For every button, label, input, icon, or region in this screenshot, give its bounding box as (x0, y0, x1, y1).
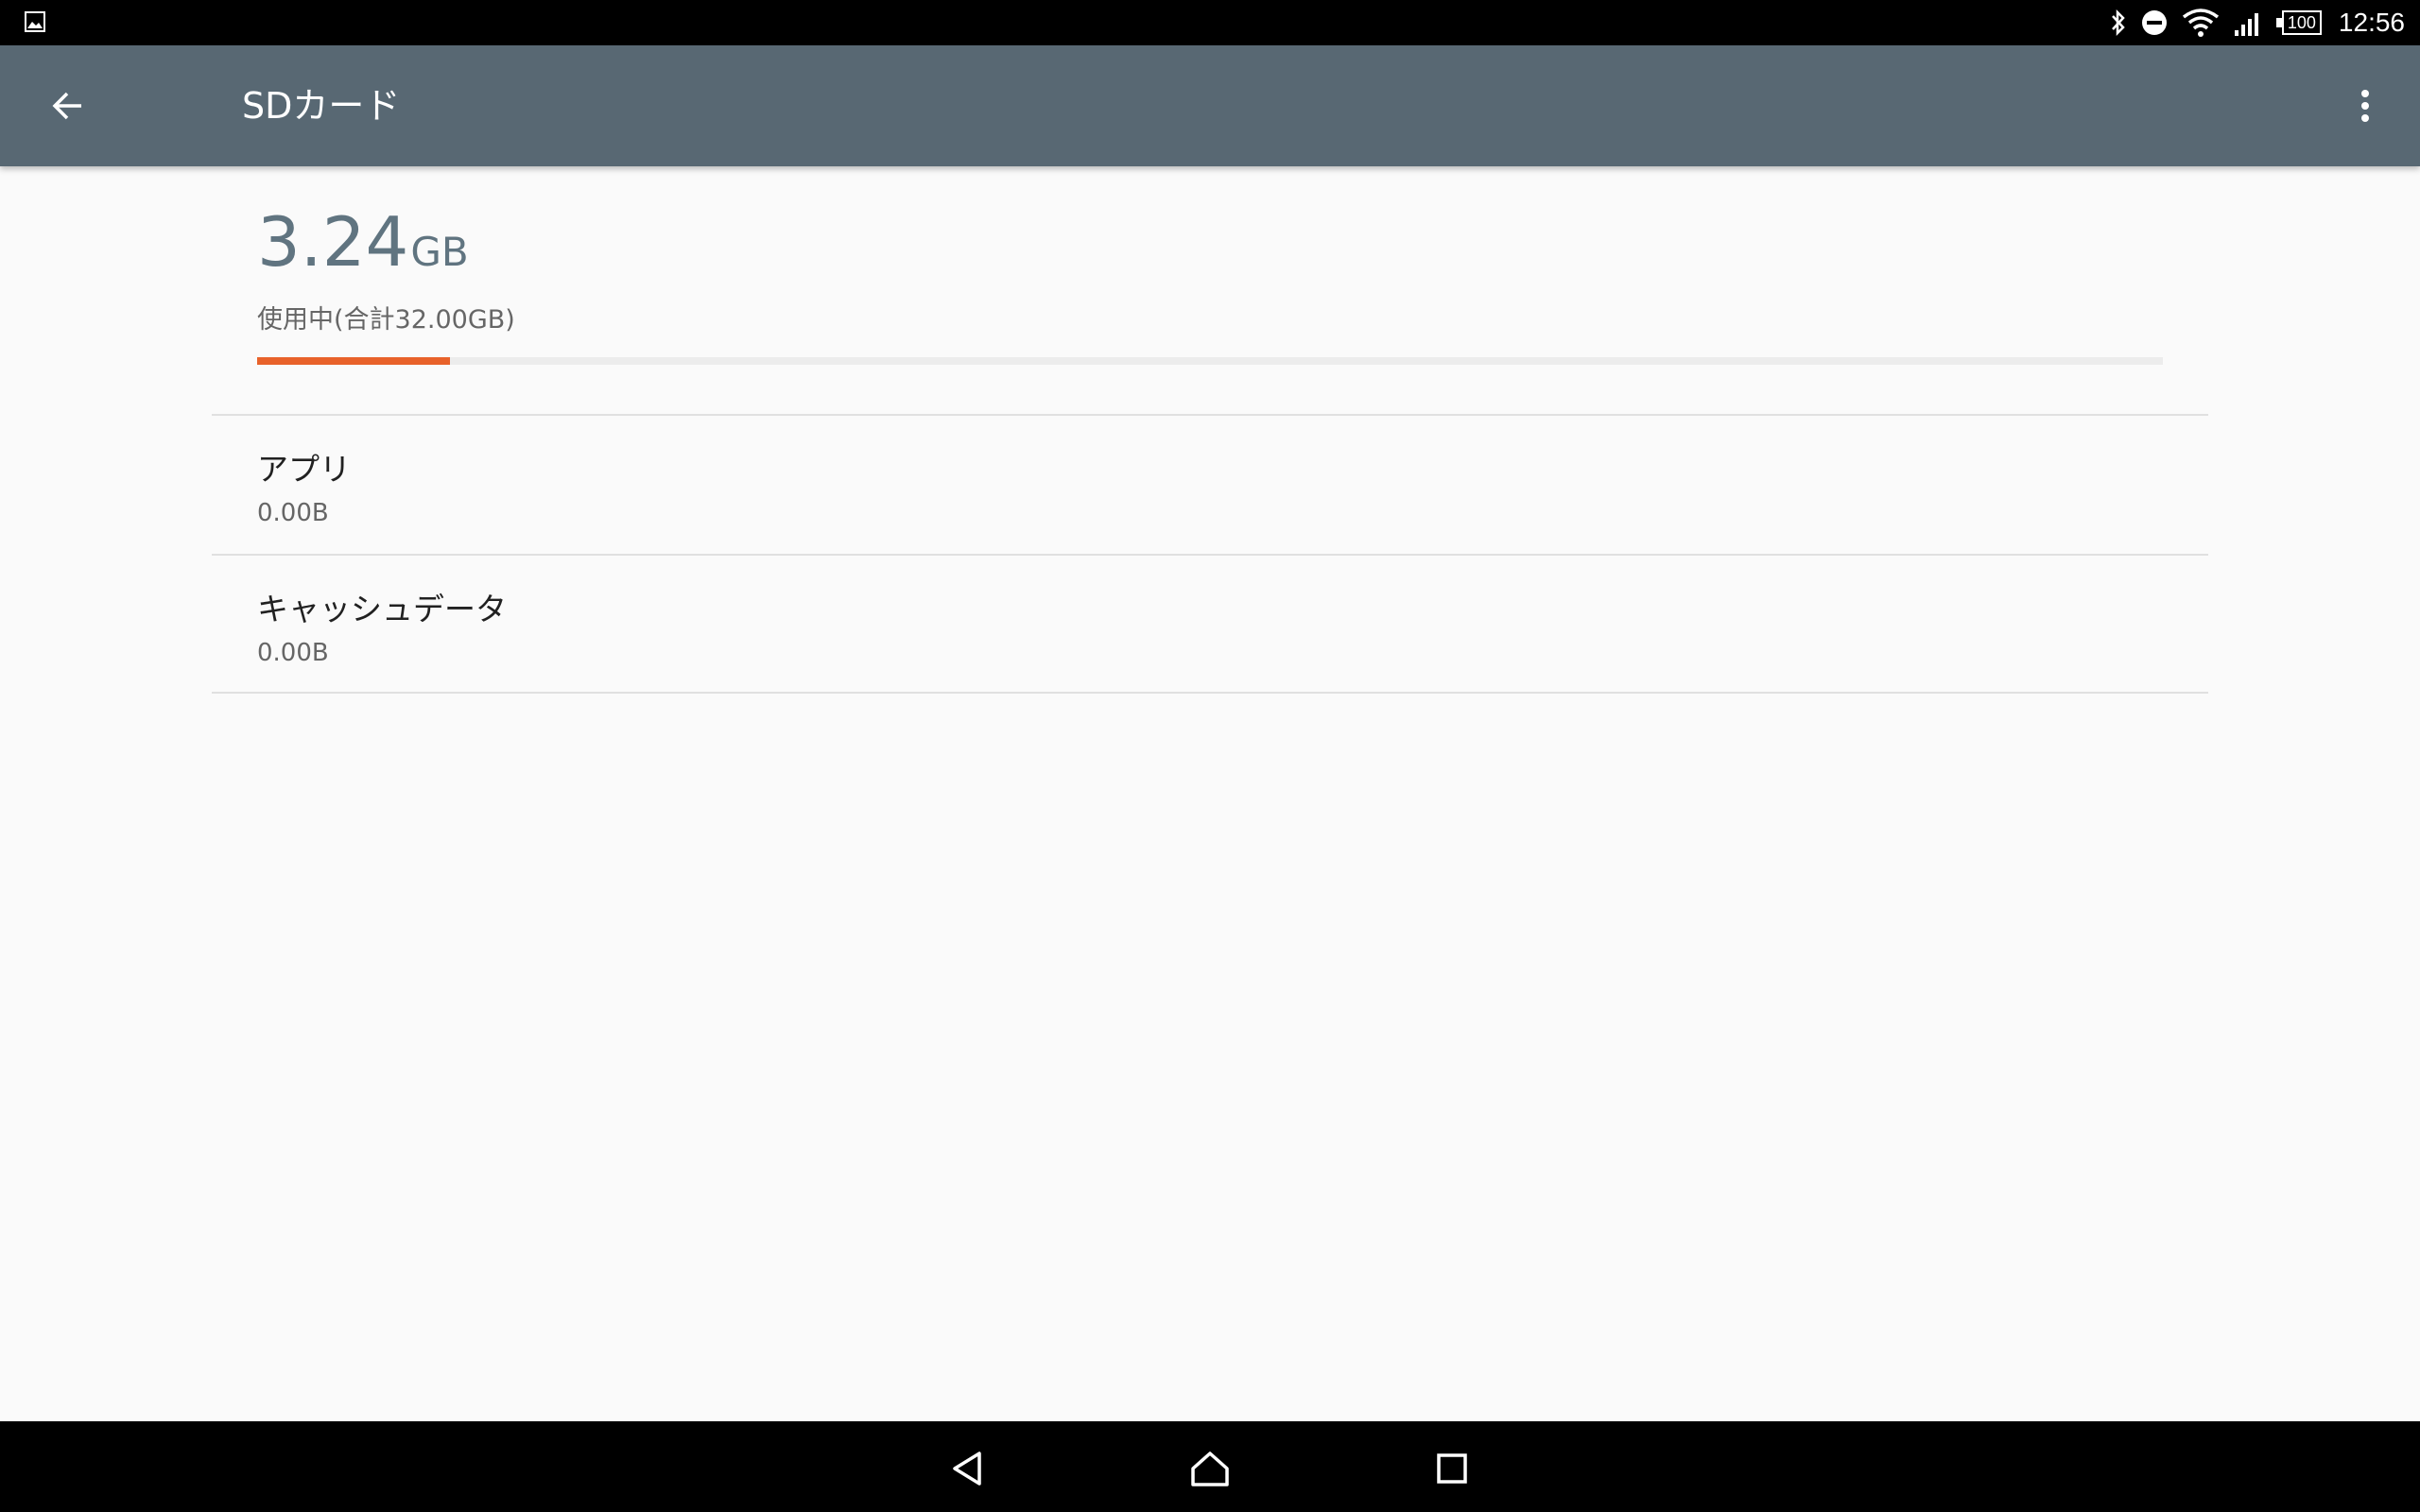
nav-recents-button[interactable] (1422, 1438, 1482, 1499)
divider (212, 692, 2208, 694)
more-options-button[interactable] (2339, 79, 2392, 132)
storage-summary: 3.24GB 使用中(合計32.00GB) (257, 208, 2163, 335)
navigation-bar (0, 1421, 2420, 1512)
storage-usage-fill (257, 357, 450, 365)
storage-usage-bar (257, 357, 2163, 365)
nav-back-button[interactable] (938, 1438, 998, 1499)
bluetooth-icon (2111, 9, 2125, 37)
list-item-cache-data[interactable]: キャッシュデータ 0.00B (212, 556, 2208, 694)
list-item-size: 0.00B (257, 639, 329, 667)
list-item-size: 0.00B (257, 499, 329, 527)
used-unit: GB (410, 229, 469, 275)
nav-back-icon (953, 1452, 981, 1486)
clock: 12:56 (2338, 8, 2405, 37)
status-icons: 100 12:56 (2110, 0, 2405, 45)
nav-home-button[interactable] (1180, 1438, 1240, 1499)
arrow-back-icon (52, 92, 81, 120)
list-item-title: アプリ (257, 451, 351, 488)
wifi-icon (2182, 9, 2219, 37)
status-bar: 100 12:56 (0, 0, 2420, 45)
app-bar: SDカード (0, 45, 2420, 166)
image-notification-icon (25, 11, 45, 32)
nav-home-icon (1191, 1452, 1229, 1486)
used-caption: 使用中(合計32.00GB) (257, 305, 515, 335)
battery-level: 100 (2287, 12, 2316, 32)
do-not-disturb-icon (2141, 10, 2167, 35)
cellular-signal-icon (2234, 13, 2258, 36)
used-value: 3.24 (257, 202, 409, 282)
used-size: 3.24GB (257, 208, 2163, 276)
battery-icon: 100 (2275, 10, 2322, 35)
page-title: SDカード (242, 85, 401, 127)
nav-recents-icon (1437, 1453, 1467, 1484)
more-vert-icon (2361, 90, 2369, 122)
back-button[interactable] (38, 79, 98, 132)
list-item-title: キャッシュデータ (257, 591, 507, 627)
list-item-apps[interactable]: アプリ 0.00B (212, 416, 2208, 554)
